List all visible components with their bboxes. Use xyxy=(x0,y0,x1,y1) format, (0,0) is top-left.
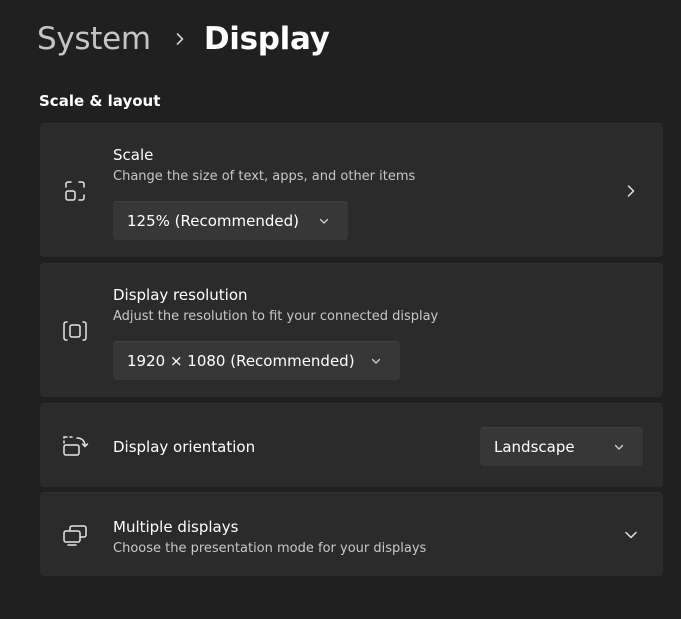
orientation-card: Display orientation Landscape xyxy=(40,403,663,487)
orientation-title: Display orientation xyxy=(113,438,256,456)
resolution-dropdown-value: 1920 × 1080 (Recommended) xyxy=(127,352,355,370)
chevron-down-icon[interactable] xyxy=(621,525,641,545)
multiple-displays-subtitle: Choose the presentation mode for your di… xyxy=(113,541,427,556)
chevron-down-icon xyxy=(371,358,381,364)
orientation-dropdown-value: Landscape xyxy=(494,438,575,456)
scale-card[interactable]: Scale Change the size of text, apps, and… xyxy=(40,123,663,257)
multiple-displays-card[interactable]: Multiple displays Choose the presentatio… xyxy=(40,492,663,576)
resolution-subtitle: Adjust the resolution to fit your connec… xyxy=(113,309,439,324)
multiple-displays-title: Multiple displays xyxy=(113,518,239,536)
resolution-card: Display resolution Adjust the resolution… xyxy=(40,263,663,397)
scale-dropdown[interactable]: 125% (Recommended) xyxy=(113,201,348,240)
scale-title: Scale xyxy=(113,146,154,164)
page-title: Display xyxy=(203,21,330,57)
scale-icon xyxy=(60,176,90,206)
resolution-dropdown[interactable]: 1920 × 1080 (Recommended) xyxy=(113,341,400,380)
chevron-down-icon xyxy=(614,444,624,450)
scale-dropdown-value: 125% (Recommended) xyxy=(127,212,299,230)
resolution-title: Display resolution xyxy=(113,286,248,304)
display-settings-page: System Display Scale & layout Scale Chan… xyxy=(0,0,681,619)
resolution-icon xyxy=(60,316,90,346)
breadcrumb-chevron-icon xyxy=(165,24,195,54)
breadcrumb: System Display xyxy=(37,17,330,61)
breadcrumb-system-link[interactable]: System xyxy=(37,21,151,57)
orientation-icon xyxy=(60,431,90,461)
multiple-displays-icon xyxy=(60,520,90,550)
section-title-scale-layout: Scale & layout xyxy=(39,92,161,110)
orientation-dropdown[interactable]: Landscape xyxy=(480,427,643,466)
chevron-right-icon[interactable] xyxy=(621,181,641,201)
chevron-down-icon xyxy=(319,218,329,224)
scale-subtitle: Change the size of text, apps, and other… xyxy=(113,169,416,184)
